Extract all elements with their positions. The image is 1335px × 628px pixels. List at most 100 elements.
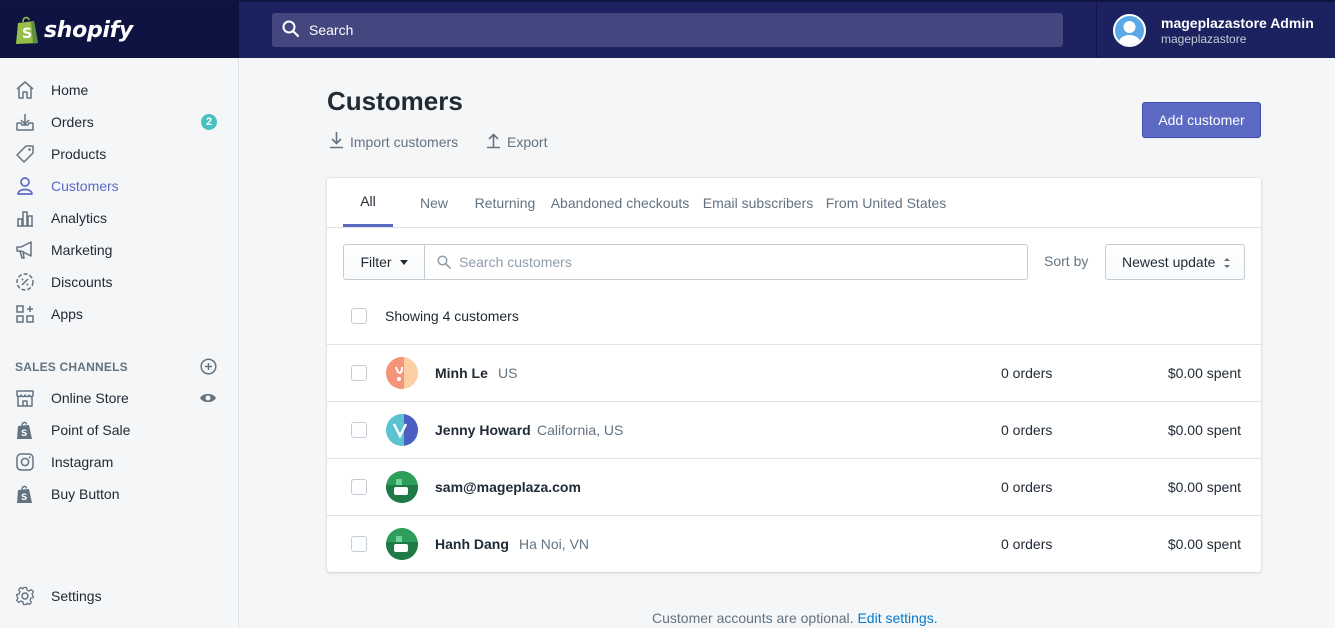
row-checkbox[interactable]	[351, 422, 367, 438]
sort-by-label: Sort by	[1044, 253, 1089, 269]
global-search-input[interactable]: Search	[272, 13, 1063, 47]
home-icon	[14, 79, 36, 101]
customer-name[interactable]: Jenny Howard	[435, 422, 531, 438]
svg-text:S: S	[21, 429, 27, 439]
store-icon	[14, 387, 36, 409]
avatar	[386, 471, 418, 503]
import-customers-link[interactable]: Import customers	[329, 131, 458, 152]
customer-name[interactable]: Hanh Dang	[435, 536, 509, 552]
sidebar-item-marketing[interactable]: Marketing	[0, 234, 238, 266]
tab-abandoned-checkouts[interactable]: Abandoned checkouts	[548, 178, 692, 227]
tab-from-united-states[interactable]: From United States	[824, 178, 948, 227]
customer-orders: 0 orders	[1001, 365, 1053, 381]
sidebar-item-apps[interactable]: Apps	[0, 298, 238, 330]
instagram-icon	[14, 451, 36, 473]
shopify-logo[interactable]: S shopify	[0, 2, 239, 58]
customer-name[interactable]: Minh Le	[435, 365, 488, 381]
tab-new[interactable]: New	[409, 178, 459, 227]
sidebar-item-label: Products	[51, 146, 107, 162]
sidebar-item-home[interactable]: Home	[0, 74, 238, 106]
orders-icon	[14, 111, 36, 133]
top-bar: S shopify Search mageplazastore Admin ma…	[0, 0, 1335, 58]
add-customer-button[interactable]: Add customer	[1142, 102, 1261, 138]
sidebar-item-label: Discounts	[51, 274, 113, 290]
bar-chart-icon	[14, 207, 36, 229]
user-name: mageplazastore Admin	[1161, 14, 1314, 31]
tab-returning[interactable]: Returning	[470, 178, 540, 227]
row-checkbox[interactable]	[351, 479, 367, 495]
person-icon	[14, 175, 36, 197]
avatar	[386, 528, 418, 560]
avatar	[1113, 13, 1146, 47]
sidebar-item-label: Point of Sale	[51, 422, 131, 438]
customer-orders: 0 orders	[1001, 536, 1053, 552]
sidebar-item-label: Instagram	[51, 454, 114, 470]
table-row[interactable]: sam@mageplaza.com 0 orders $0.00 spent	[327, 458, 1261, 515]
eye-icon[interactable]	[199, 389, 217, 407]
sidebar-item-point-of-sale[interactable]: S Point of Sale	[0, 414, 238, 446]
sidebar-item-label: Buy Button	[51, 486, 120, 502]
sales-channels-heading: SALES CHANNELS	[15, 360, 128, 374]
row-checkbox[interactable]	[351, 365, 367, 381]
shopify-bag-icon: S	[14, 419, 36, 441]
sidebar-item-label: Home	[51, 82, 89, 98]
sidebar-item-customers[interactable]: Customers	[0, 170, 238, 202]
apps-icon	[14, 303, 36, 325]
search-label: Search	[309, 22, 354, 38]
customer-spent: $0.00 spent	[1167, 479, 1241, 495]
sidebar-item-label: Apps	[51, 306, 83, 322]
row-checkbox[interactable]	[351, 536, 367, 552]
shopify-bag-icon: S	[14, 15, 40, 45]
sidebar-item-analytics[interactable]: Analytics	[0, 202, 238, 234]
logo-text: shopify	[44, 17, 133, 43]
svg-text:S: S	[21, 493, 27, 503]
table-row[interactable]: Jenny Howard California, US 0 orders $0.…	[327, 401, 1261, 458]
import-label: Import customers	[350, 133, 459, 150]
table-row[interactable]: Minh Le US 0 orders $0.00 spent	[327, 344, 1261, 401]
select-all-checkbox[interactable]	[351, 308, 367, 324]
customer-orders: 0 orders	[1001, 422, 1053, 438]
sidebar-item-products[interactable]: Products	[0, 138, 238, 170]
sidebar-item-label: Online Store	[51, 390, 129, 406]
filter-button[interactable]: Filter	[343, 244, 425, 280]
search-icon	[437, 255, 451, 269]
page-title: Customers	[327, 86, 463, 116]
customer-location: Ha Noi, VN	[519, 536, 590, 552]
sort-select[interactable]: Newest update	[1105, 244, 1245, 280]
customer-location: US	[498, 365, 518, 381]
customer-location: California, US	[537, 422, 624, 438]
sidebar-item-settings[interactable]: Settings	[0, 580, 238, 612]
export-label: Export	[507, 133, 548, 150]
tag-icon	[14, 143, 36, 165]
customer-tabs: All New Returning Abandoned checkouts Em…	[327, 178, 1261, 228]
tab-all[interactable]: All	[343, 178, 393, 227]
search-customers-input[interactable]: Search customers	[424, 244, 1028, 280]
user-store: mageplazastore	[1161, 31, 1247, 46]
sidebar-item-orders[interactable]: Orders 2	[0, 106, 238, 138]
sidebar-item-buy-button[interactable]: S Buy Button	[0, 478, 238, 510]
sidebar-item-discounts[interactable]: Discounts	[0, 266, 238, 298]
download-icon	[329, 131, 344, 152]
sort-value: Newest update	[1122, 254, 1216, 270]
table-row[interactable]: Hanh Dang Ha Noi, VN 0 orders $0.00 spen…	[327, 515, 1261, 572]
customers-card: All New Returning Abandoned checkouts Em…	[327, 178, 1261, 572]
avatar	[386, 357, 418, 389]
sidebar: Home Orders 2 Products Customers Analyti…	[0, 58, 239, 628]
sidebar-item-label: Settings	[51, 588, 102, 604]
sidebar-item-label: Marketing	[51, 242, 113, 258]
customer-orders: 0 orders	[1001, 479, 1053, 495]
filter-label: Filter	[360, 254, 392, 270]
footer-note: Customer accounts are optional. Edit set…	[652, 610, 938, 626]
shopify-bag-icon: S	[14, 483, 36, 505]
megaphone-icon	[14, 239, 36, 261]
caret-down-icon	[399, 259, 408, 265]
sidebar-item-instagram[interactable]: Instagram	[0, 446, 238, 478]
sidebar-item-label: Analytics	[51, 210, 108, 226]
tab-email-subscribers[interactable]: Email subscribers	[702, 178, 814, 227]
customer-name[interactable]: sam@mageplaza.com	[435, 479, 581, 495]
edit-settings-link[interactable]: Edit settings.	[857, 610, 937, 626]
export-link[interactable]: Export	[486, 131, 547, 152]
user-menu[interactable]: mageplazastore Admin mageplazastore	[1096, 2, 1335, 58]
search-icon	[282, 20, 300, 41]
add-channel-icon[interactable]	[199, 357, 217, 375]
